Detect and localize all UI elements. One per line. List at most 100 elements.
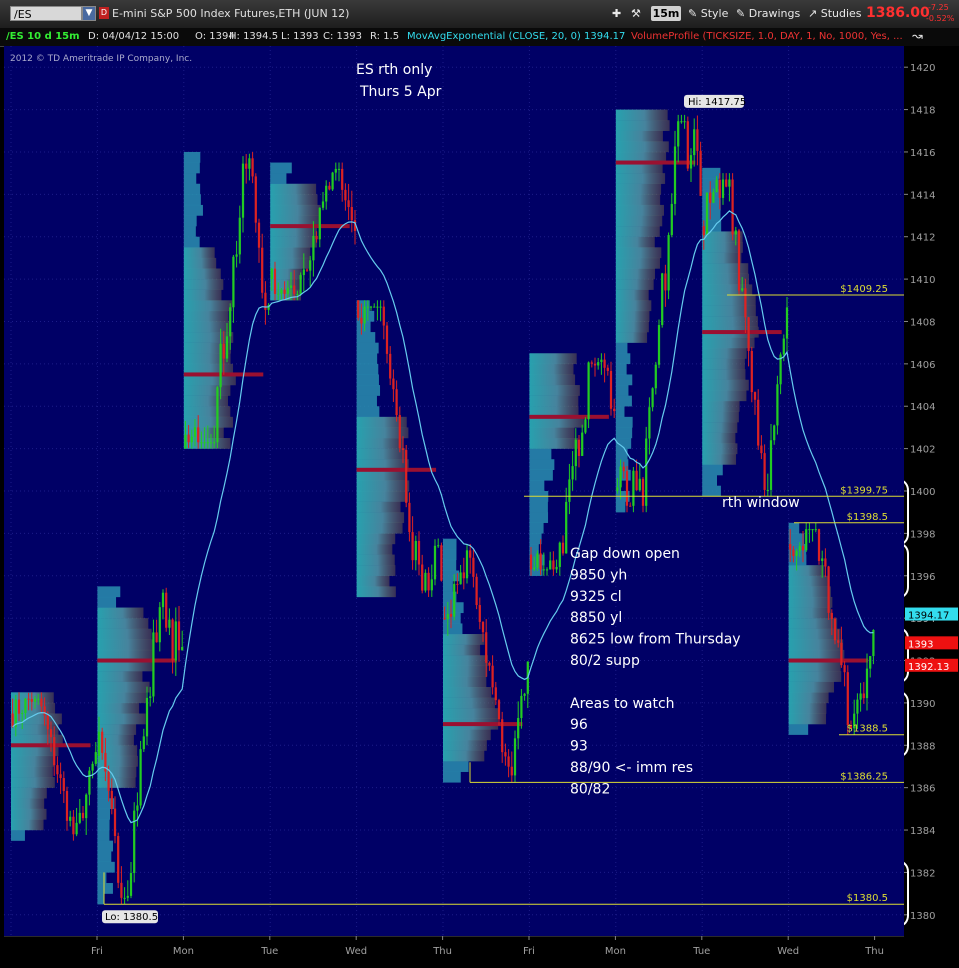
volume-profile-row bbox=[183, 215, 197, 227]
study-ema-label[interactable]: MovAvgExponential (CLOSE, 20, 0) bbox=[407, 28, 581, 46]
candle-body bbox=[497, 700, 501, 720]
volume-profile-row bbox=[183, 247, 215, 259]
volume-profile-row bbox=[11, 766, 53, 778]
candle-body bbox=[654, 364, 657, 389]
axis-tick-label: 1396 bbox=[910, 572, 935, 583]
candle-body bbox=[561, 542, 565, 554]
candle-body bbox=[273, 268, 277, 294]
candle-body bbox=[782, 338, 785, 355]
time-axis[interactable]: Fri Mon Tue Wed Thu Fri Mon Tue Wed Thu bbox=[0, 935, 959, 964]
candle-body bbox=[369, 306, 373, 308]
volume-profile-row bbox=[97, 681, 150, 693]
level-label: $1380.5 bbox=[847, 893, 888, 904]
candle-body bbox=[465, 550, 469, 579]
style-button[interactable]: ✎ Style bbox=[688, 6, 728, 22]
volume-profile-row bbox=[183, 406, 231, 418]
candle-body bbox=[542, 569, 545, 571]
volume-profile-row bbox=[183, 162, 200, 174]
candle-body bbox=[581, 432, 584, 456]
price-tag: 1394.17 bbox=[908, 611, 949, 622]
volume-profile-row bbox=[270, 162, 292, 174]
candle-body bbox=[651, 388, 654, 408]
candle-body bbox=[222, 343, 225, 359]
volume-profile-row bbox=[270, 257, 311, 269]
volume-profile-row bbox=[702, 379, 749, 391]
volume-profile-row bbox=[97, 607, 144, 619]
volume-profile-row bbox=[183, 332, 234, 343]
volume-profile-row bbox=[615, 130, 663, 142]
volume-profile-row bbox=[702, 464, 723, 476]
candle-body bbox=[337, 168, 341, 170]
candle-body bbox=[366, 306, 369, 308]
study-ema-value: 1394.17 bbox=[584, 31, 626, 42]
candle-body bbox=[513, 738, 517, 776]
volume-profile-row bbox=[97, 830, 110, 841]
volume-profile-row bbox=[788, 671, 842, 682]
volume-profile-row bbox=[702, 199, 721, 211]
volume-profile-row bbox=[529, 501, 548, 513]
candle-body bbox=[161, 592, 165, 608]
volume-profile-row bbox=[443, 676, 487, 688]
candle-body bbox=[462, 572, 465, 579]
volume-profile-row bbox=[788, 533, 805, 545]
volume-profile-row bbox=[183, 151, 201, 163]
volume-profile-row bbox=[615, 300, 652, 312]
candle-body bbox=[177, 621, 181, 651]
axis-tick-label: 1386 bbox=[910, 784, 935, 795]
candle-body bbox=[91, 763, 94, 771]
level-label: $1398.5 bbox=[847, 512, 888, 523]
candle-body bbox=[72, 816, 75, 835]
candle-body bbox=[296, 293, 299, 295]
study-volume-profile-label[interactable]: VolumeProfile (TICKSIZE, 1.0, DAY, 1, No… bbox=[631, 28, 903, 46]
volume-profile-row bbox=[356, 363, 379, 375]
chart-name[interactable]: /ES 10 d 15m bbox=[6, 28, 80, 46]
volume-profile-row bbox=[183, 416, 233, 428]
candle-body bbox=[187, 434, 190, 443]
candle-body bbox=[59, 774, 62, 779]
candle-body bbox=[453, 583, 456, 617]
chart-plot-area[interactable]: 2012 © TD Ameritrade IP Company, Inc. $1… bbox=[4, 46, 904, 936]
volume-profile-row bbox=[270, 173, 287, 184]
wrench-icon[interactable]: ⚒ bbox=[631, 6, 641, 22]
candle-body bbox=[165, 592, 168, 628]
candle-body bbox=[113, 808, 117, 837]
candle-body bbox=[459, 572, 462, 585]
axis-tick-label: 1384 bbox=[910, 826, 935, 837]
timeframe-button[interactable]: 15m bbox=[651, 6, 681, 21]
candle-body bbox=[577, 439, 581, 456]
candle-body bbox=[389, 353, 392, 379]
volume-profile-row bbox=[615, 194, 661, 206]
candle-body bbox=[171, 619, 174, 661]
candle-body bbox=[763, 453, 766, 490]
candle-body bbox=[712, 191, 715, 203]
drawings-button[interactable]: ✎ Drawings bbox=[736, 6, 800, 22]
candle-body bbox=[299, 275, 302, 294]
candle-body bbox=[334, 168, 337, 173]
symbol-dropdown-icon[interactable]: ▼ bbox=[82, 6, 96, 21]
time-tick-label: Thu bbox=[432, 946, 452, 957]
candle-body bbox=[667, 235, 670, 291]
candle-body bbox=[75, 822, 78, 835]
candle-body bbox=[657, 325, 661, 365]
candle-body bbox=[209, 442, 213, 444]
candle-body bbox=[456, 583, 459, 585]
price-axis[interactable]: 1380138213841386138813901392139413961398… bbox=[891, 46, 959, 936]
candle-body bbox=[827, 566, 830, 613]
crosshair-icon[interactable]: ✚ bbox=[612, 6, 621, 22]
candle-body bbox=[417, 540, 421, 565]
candle-body bbox=[773, 425, 776, 441]
candle-body bbox=[133, 810, 136, 873]
volume-profile-row bbox=[529, 480, 545, 492]
price-axis-svg: 1380138213841386138813901392139413961398… bbox=[891, 63, 958, 927]
candle-body bbox=[261, 247, 264, 293]
candle-body bbox=[635, 470, 638, 491]
time-tick-label: Wed bbox=[345, 946, 367, 957]
volume-profile-row bbox=[615, 332, 648, 343]
study-settings-icon[interactable]: ↝ bbox=[912, 28, 923, 46]
studies-button[interactable]: ↗ Studies bbox=[808, 6, 862, 22]
symbol-input[interactable]: /ES bbox=[10, 6, 82, 21]
candle-body bbox=[190, 436, 193, 443]
candle-body bbox=[238, 217, 241, 255]
chart-svg[interactable]: 2012 © TD Ameritrade IP Company, Inc. $1… bbox=[4, 46, 904, 936]
candle-body bbox=[555, 566, 558, 570]
